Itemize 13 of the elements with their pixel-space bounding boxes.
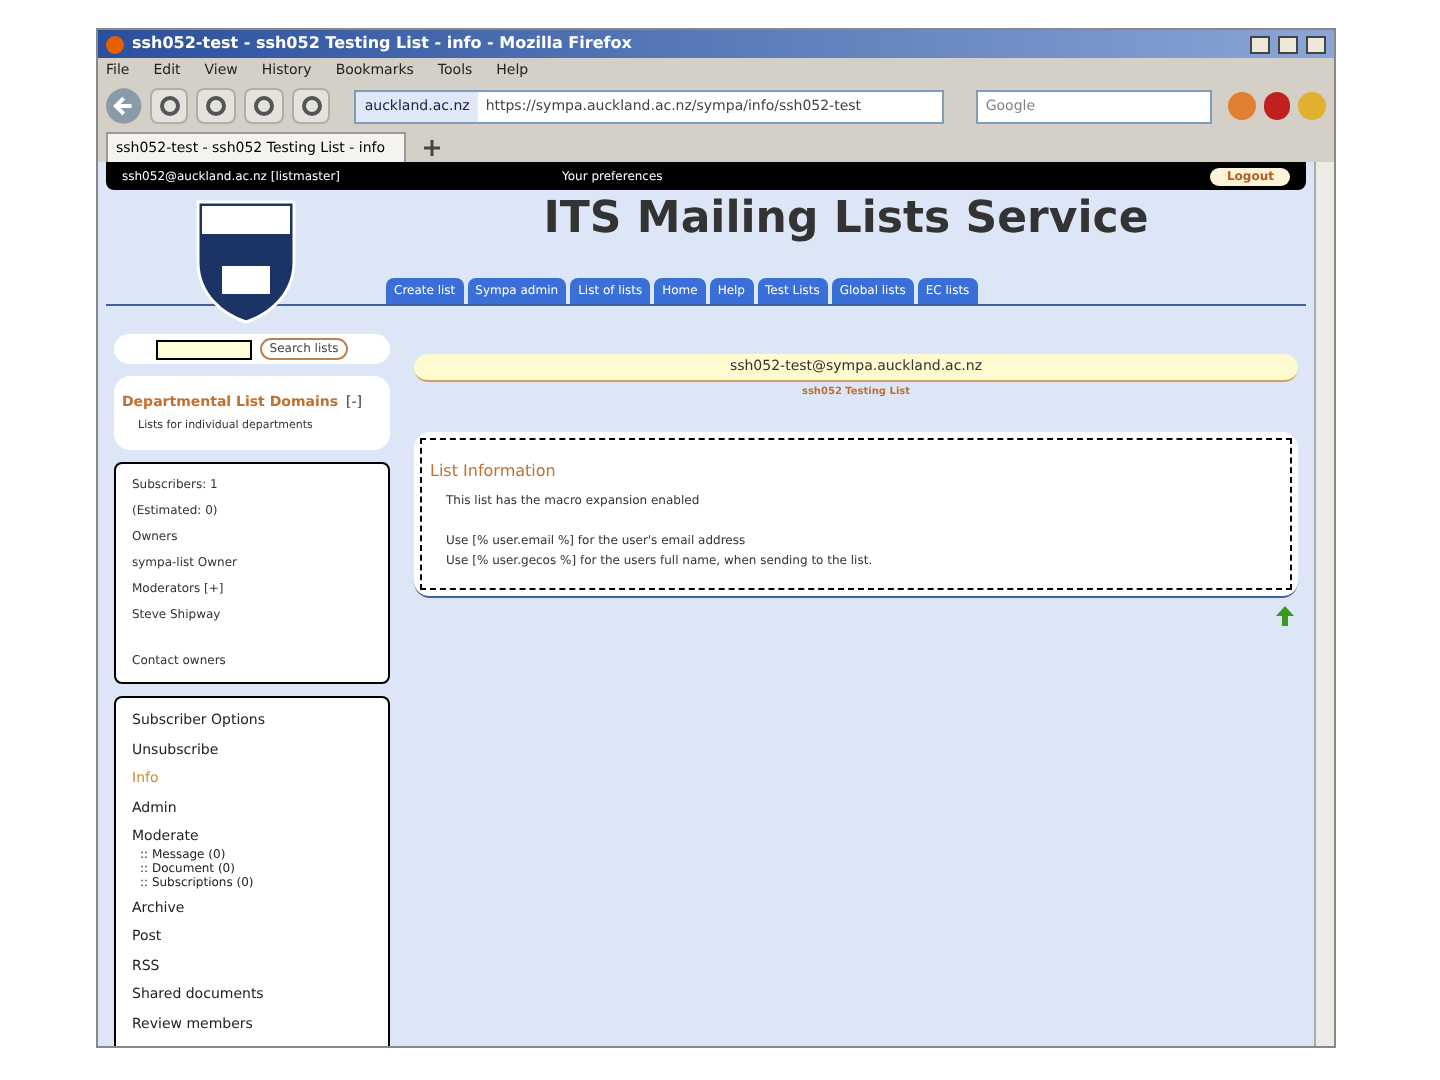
search-lists-field[interactable]	[155, 339, 252, 360]
up-arrow-icon[interactable]	[1276, 606, 1294, 626]
browser-logo-icon	[106, 35, 124, 53]
info-title: List Information	[430, 460, 558, 484]
minimize-icon[interactable]	[1250, 35, 1270, 53]
close-icon[interactable]	[1306, 35, 1326, 53]
crest-logo	[194, 198, 298, 326]
back-icon[interactable]	[106, 88, 142, 124]
scrollbar[interactable]	[1314, 162, 1334, 1046]
page-heading: ITS Mailing Lists Service	[543, 198, 1149, 242]
maximize-icon[interactable]	[1278, 35, 1298, 53]
window-title: ssh052-test - ssh052 Testing List - info - Mozilla Firefox	[132, 32, 632, 56]
new-tab-icon[interactable]	[422, 138, 442, 158]
